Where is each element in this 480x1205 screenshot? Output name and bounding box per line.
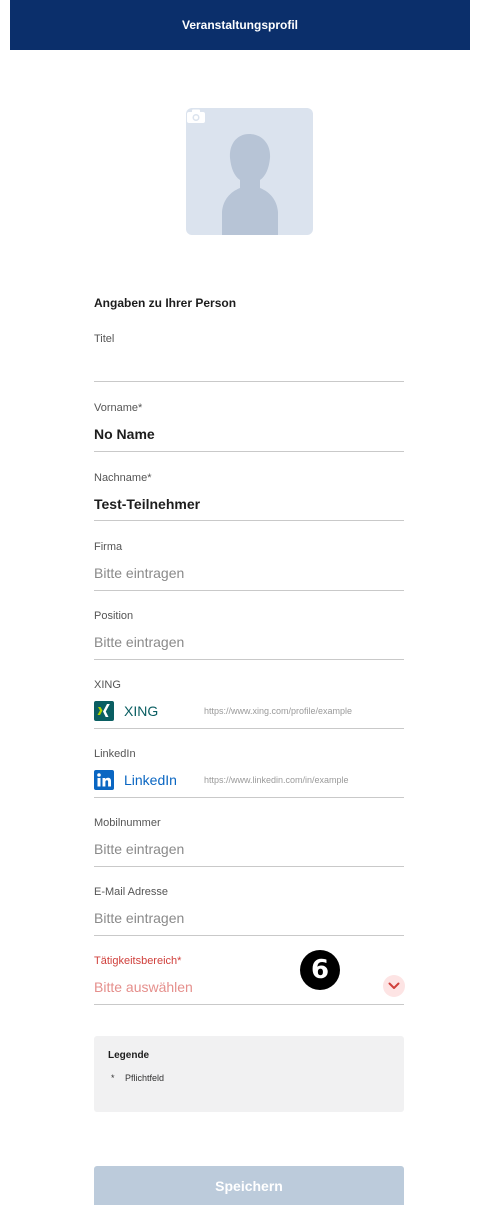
linkedin-label: LinkedIn <box>94 748 136 760</box>
email-label: E-Mail Adresse <box>94 886 168 898</box>
position-field[interactable]: Position Bitte eintragen <box>94 610 404 660</box>
legend-box: Legende * Pflichtfeld <box>94 1036 404 1112</box>
taetigkeitsbereich-label: Tätigkeitsbereich* <box>94 955 182 967</box>
camera-icon[interactable] <box>186 108 206 124</box>
page-title: Veranstaltungsprofil <box>181 18 299 32</box>
email-field[interactable]: E-Mail Adresse Bitte eintragen <box>94 886 404 936</box>
xing-name: XING <box>124 703 159 719</box>
xing-icon <box>94 701 114 721</box>
step-number-badge: 6 <box>300 950 340 990</box>
linkedin-url-input[interactable]: https://www.linkedin.com/in/example <box>204 775 349 785</box>
linkedin-field[interactable]: LinkedIn LinkedIn https://www.linkedin.c… <box>94 748 404 798</box>
email-input[interactable]: Bitte eintragen <box>94 910 404 926</box>
nachname-field[interactable]: Nachname* Test-Teilnehmer <box>94 472 404 521</box>
section-title: Angaben zu Ihrer Person <box>94 296 237 310</box>
legend-title: Legende <box>108 1050 150 1061</box>
nachname-label: Nachname* <box>94 472 152 484</box>
position-label: Position <box>94 610 134 622</box>
legend-text: Pflichtfeld <box>125 1073 165 1083</box>
firma-label: Firma <box>94 541 123 553</box>
chevron-down-icon[interactable] <box>383 975 405 997</box>
person-silhouette-icon <box>222 134 278 235</box>
xing-field[interactable]: XING XING https://www.xing.com/profile/e… <box>94 679 404 729</box>
save-button[interactable]: Speichern <box>94 1166 404 1205</box>
firma-field[interactable]: Firma Bitte eintragen <box>94 541 404 591</box>
vorname-label: Vorname* <box>94 402 143 414</box>
required-star: * <box>111 1073 115 1083</box>
position-input[interactable]: Bitte eintragen <box>94 634 404 650</box>
firma-input[interactable]: Bitte eintragen <box>94 565 404 581</box>
linkedin-name: LinkedIn <box>124 772 177 788</box>
mobilnummer-field[interactable]: Mobilnummer Bitte eintragen <box>94 817 404 867</box>
mobilnummer-input[interactable]: Bitte eintragen <box>94 841 404 857</box>
xing-url-input[interactable]: https://www.xing.com/profile/example <box>204 706 352 716</box>
profile-photo-upload[interactable] <box>186 108 313 235</box>
vorname-input[interactable]: No Name <box>94 426 404 442</box>
taetigkeitsbereich-value[interactable]: Bitte auswählen <box>94 979 404 995</box>
titel-label: Titel <box>94 333 115 345</box>
nachname-input[interactable]: Test-Teilnehmer <box>94 496 404 512</box>
linkedin-icon <box>94 770 114 790</box>
titel-field[interactable]: Titel <box>94 333 404 382</box>
taetigkeitsbereich-select[interactable]: Tätigkeitsbereich* Bitte auswählen <box>94 955 405 1005</box>
mobilnummer-label: Mobilnummer <box>94 817 161 829</box>
vorname-field[interactable]: Vorname* No Name <box>94 402 404 452</box>
legend-item: * Pflichtfeld <box>108 1073 390 1083</box>
xing-label: XING <box>94 679 121 691</box>
page-header: Veranstaltungsprofil <box>10 0 470 50</box>
